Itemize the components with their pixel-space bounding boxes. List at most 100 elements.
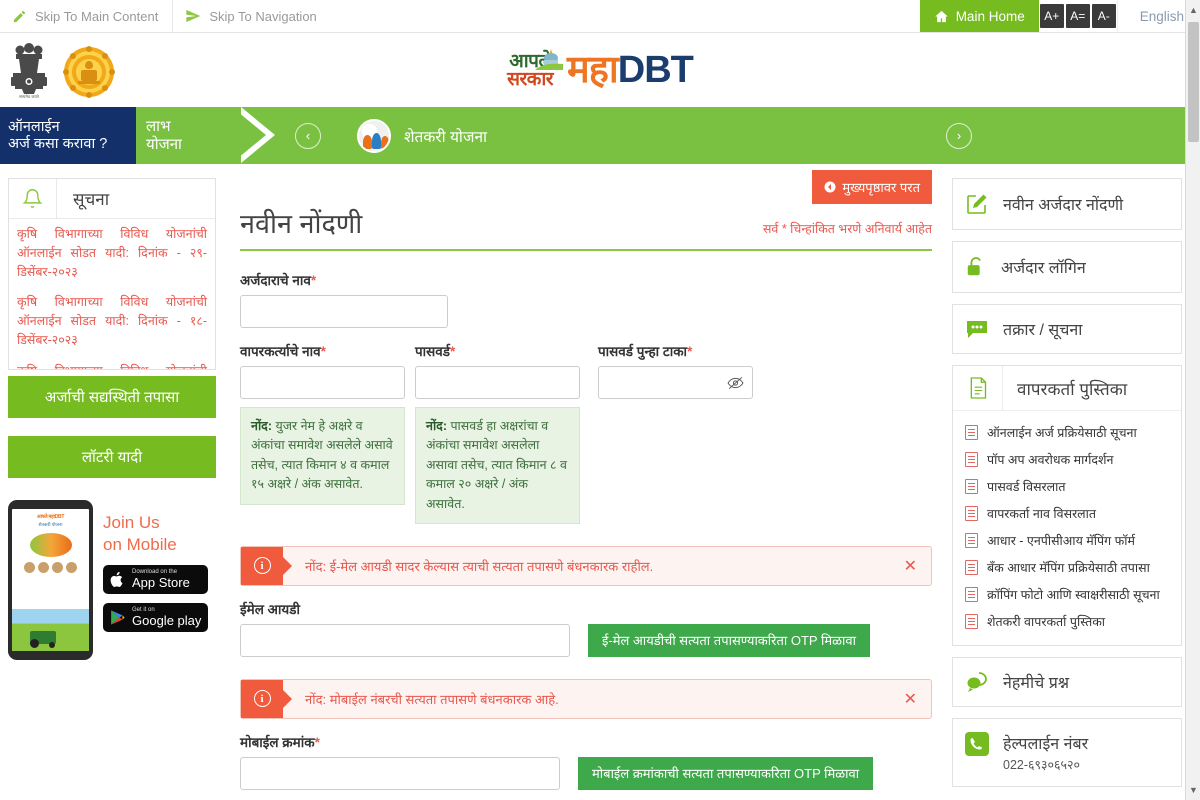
carousel-item-label: शेतकरी योजना xyxy=(404,128,488,146)
mahadbt-logo: महा DBT xyxy=(567,49,694,91)
info-glyph: i xyxy=(253,557,271,575)
list-item[interactable]: कृषि विभागाच्या विविध योजनांची ऑनलाईन सो… xyxy=(17,362,207,370)
list-item-label: पासवर्ड विसरलात xyxy=(987,480,1066,494)
list-item[interactable]: पॉप अप अवरोधक मार्गदर्शन xyxy=(963,446,1171,473)
aaple-sarkar-logo: आपले सरकार xyxy=(507,48,564,89)
app-store-big-label: App Store xyxy=(132,574,190,590)
eye-slash-icon[interactable] xyxy=(727,376,744,390)
applicant-name-input[interactable] xyxy=(240,295,448,328)
mobile-field[interactable] xyxy=(240,756,560,790)
list-item[interactable]: पासवर्ड विसरलात xyxy=(963,473,1171,500)
info-glyph: i xyxy=(253,690,271,708)
main-home-label: Main Home xyxy=(955,8,1025,24)
left-sidebar: सूचना कृषि विभागाच्या विविध योजनांची ऑनल… xyxy=(0,170,228,660)
phone-app-logo: आपले महाDBT xyxy=(36,514,65,520)
list-item-label: पॉप अप अवरोधक मार्गदर्शन xyxy=(987,453,1114,467)
mobile-app-promo: आपले महाDBT शेतकरी योजना Join Us on Mobi… xyxy=(8,500,216,660)
email-field[interactable] xyxy=(240,623,570,657)
paper-plane-icon xyxy=(185,8,201,24)
skip-to-navigation-label: Skip To Navigation xyxy=(209,8,317,24)
page-scrollbar[interactable]: ▲ ▼ xyxy=(1185,0,1200,800)
app-store-badge[interactable]: Download on the App Store xyxy=(103,565,208,595)
main-home-button[interactable]: Main Home xyxy=(919,0,1039,32)
back-to-home-button[interactable]: मुख्यपृष्ठावर परत xyxy=(812,170,932,204)
mobile-alert-text: नोंद: मोबाईल नंबरची सत्यता तपासणे बंधनका… xyxy=(305,691,559,707)
mobile-group: मोबाईल क्रमांक* मोबाईल क्रमांकाची सत्यता… xyxy=(240,733,932,790)
email-label: ईमेल आयडी xyxy=(240,601,300,617)
sidebar-item-label: नेहमीचे प्रश्न xyxy=(1003,675,1070,692)
benefit-line2: योजना xyxy=(146,135,182,153)
sidebar-item-complaint-notice[interactable]: तक्रार / सूचना xyxy=(952,304,1182,354)
maha-label: महा xyxy=(567,49,619,91)
scroll-up-icon[interactable]: ▲ xyxy=(1186,2,1200,18)
carousel-prev-button[interactable]: ‹ xyxy=(295,122,321,149)
password-input[interactable] xyxy=(415,366,580,399)
list-item-label: ऑनलाईन अर्ज प्रक्रियेसाठी सूचना xyxy=(987,426,1137,440)
page-title: नवीन नोंदणी xyxy=(240,209,363,239)
username-hint-prefix: नोंद: xyxy=(251,419,272,433)
info-icon: i xyxy=(241,679,283,718)
pdf-icon xyxy=(965,560,978,575)
email-otp-button[interactable]: ई-मेल आयडीची सत्यता तपासण्याकरिता OTP मि… xyxy=(588,623,870,657)
user-manual-list: ऑनलाईन अर्ज प्रक्रियेसाठी सूचना पॉप अप अ… xyxy=(953,411,1181,645)
close-icon[interactable]: ✕ xyxy=(890,680,931,718)
sidebar-item-applicant-login[interactable]: अर्जदार लॉगिन xyxy=(952,241,1182,293)
phone-app-hero-icon xyxy=(29,533,72,557)
benefit-schemes-nav[interactable]: लाभ योजना xyxy=(136,107,241,164)
mobile-otp-button[interactable]: मोबाईल क्रमांकाची सत्यता तपासण्याकरिता O… xyxy=(578,756,874,790)
list-item[interactable]: कृषि विभागाच्या विविध योजनांची ऑनलाईन सो… xyxy=(17,293,207,349)
pdf-icon xyxy=(965,614,978,629)
mobile-input-row: मोबाईल क्रमांकाची सत्यता तपासण्याकरिता O… xyxy=(240,756,932,790)
carousel-item-farmer-scheme[interactable]: शेतकरी योजना xyxy=(357,118,488,153)
email-input-row: ई-मेल आयडीची सत्यता तपासण्याकरिता OTP मि… xyxy=(240,623,932,657)
top-utility-bar: Skip To Main Content Skip To Navigation … xyxy=(0,0,1200,33)
list-item[interactable]: कृषि विभागाच्या विविध योजनांची ऑनलाईन सो… xyxy=(17,225,207,281)
notices-panel: सूचना कृषि विभागाच्या विविध योजनांची ऑनल… xyxy=(8,178,216,370)
list-item-label: बँक आधार मॅपिंग प्रक्रियेसाठी तपासा xyxy=(987,561,1150,575)
page-root: Skip To Main Content Skip To Navigation … xyxy=(0,0,1200,800)
required-asterisk: * xyxy=(320,344,326,359)
scrollbar-thumb[interactable] xyxy=(1188,22,1199,142)
font-decrease-button[interactable]: A- xyxy=(1091,4,1116,28)
green-nav-bar: ऑनलाईन अर्ज कसा करावा ? लाभ योजना ‹ शेतक… xyxy=(0,107,1200,164)
sidebar-item-faq[interactable]: नेहमीचे प्रश्न xyxy=(952,657,1182,707)
check-application-status-button[interactable]: अर्जाची सद्यस्थिती तपासा xyxy=(8,376,216,418)
sidebar-item-new-registration[interactable]: नवीन अर्जदार नोंदणी xyxy=(952,178,1182,230)
list-item-label: वापरकर्ता नाव विसरलात xyxy=(987,507,1097,521)
password-hint-prefix: नोंद: xyxy=(426,419,447,433)
notices-list: कृषि विभागाच्या विविध योजनांची ऑनलाईन सो… xyxy=(9,219,215,369)
font-reset-button[interactable]: A= xyxy=(1065,4,1090,28)
password-label: पासवर्ड* xyxy=(415,342,580,360)
how-to-apply-online-nav[interactable]: ऑनलाईन अर्ज कसा करावा ? xyxy=(0,107,136,164)
font-increase-button[interactable]: A+ xyxy=(1039,4,1064,28)
list-item[interactable]: वापरकर्ता नाव विसरलात xyxy=(963,500,1171,527)
sidebar-item-helpline[interactable]: हेल्पलाईन नंबर 022-६९३०६५२० xyxy=(952,718,1182,787)
pdf-icon xyxy=(965,533,978,548)
google-play-icon xyxy=(109,608,126,627)
lottery-list-button[interactable]: लॉटरी यादी xyxy=(8,436,216,478)
carousel-next-button[interactable]: › xyxy=(946,122,972,149)
list-item[interactable]: शेतकरी वापरकर्ता पुस्तिका xyxy=(963,608,1171,635)
list-item[interactable]: आधार - एनपीसीआय मॅपिंग फॉर्म xyxy=(963,527,1171,554)
required-asterisk: * xyxy=(687,344,693,359)
list-item[interactable]: बँक आधार मॅपिंग प्रक्रियेसाठी तपासा xyxy=(963,554,1171,581)
aaple-sarkar-dome-icon xyxy=(529,48,569,74)
emblem-group: सत्यमेव जयते xyxy=(0,41,116,99)
join-us-line2: on Mobile xyxy=(103,535,177,555)
google-play-badge[interactable]: Get it on Google play xyxy=(103,603,208,632)
required-asterisk: * xyxy=(450,344,456,359)
list-item[interactable]: ऑनलाईन अर्ज प्रक्रियेसाठी सूचना xyxy=(963,419,1171,446)
username-input[interactable] xyxy=(240,366,405,399)
skip-to-navigation-link[interactable]: Skip To Navigation xyxy=(173,0,330,32)
close-icon[interactable]: ✕ xyxy=(890,547,931,585)
list-item[interactable]: क्रॉपिंग फोटो आणि स्वाक्षरीसाठी सूचना xyxy=(963,581,1171,608)
unlock-icon xyxy=(965,255,987,279)
pdf-icon xyxy=(965,506,978,521)
scroll-down-icon[interactable]: ▼ xyxy=(1186,782,1200,798)
apple-icon xyxy=(109,570,126,589)
list-item-label: आधार - एनपीसीआय मॅपिंग फॉर्म xyxy=(987,534,1135,548)
password-label-text: पासवर्ड xyxy=(415,344,451,359)
mobile-label-text: मोबाईल क्रमांक xyxy=(240,734,315,750)
skip-to-main-content-link[interactable]: Skip To Main Content xyxy=(0,0,174,32)
